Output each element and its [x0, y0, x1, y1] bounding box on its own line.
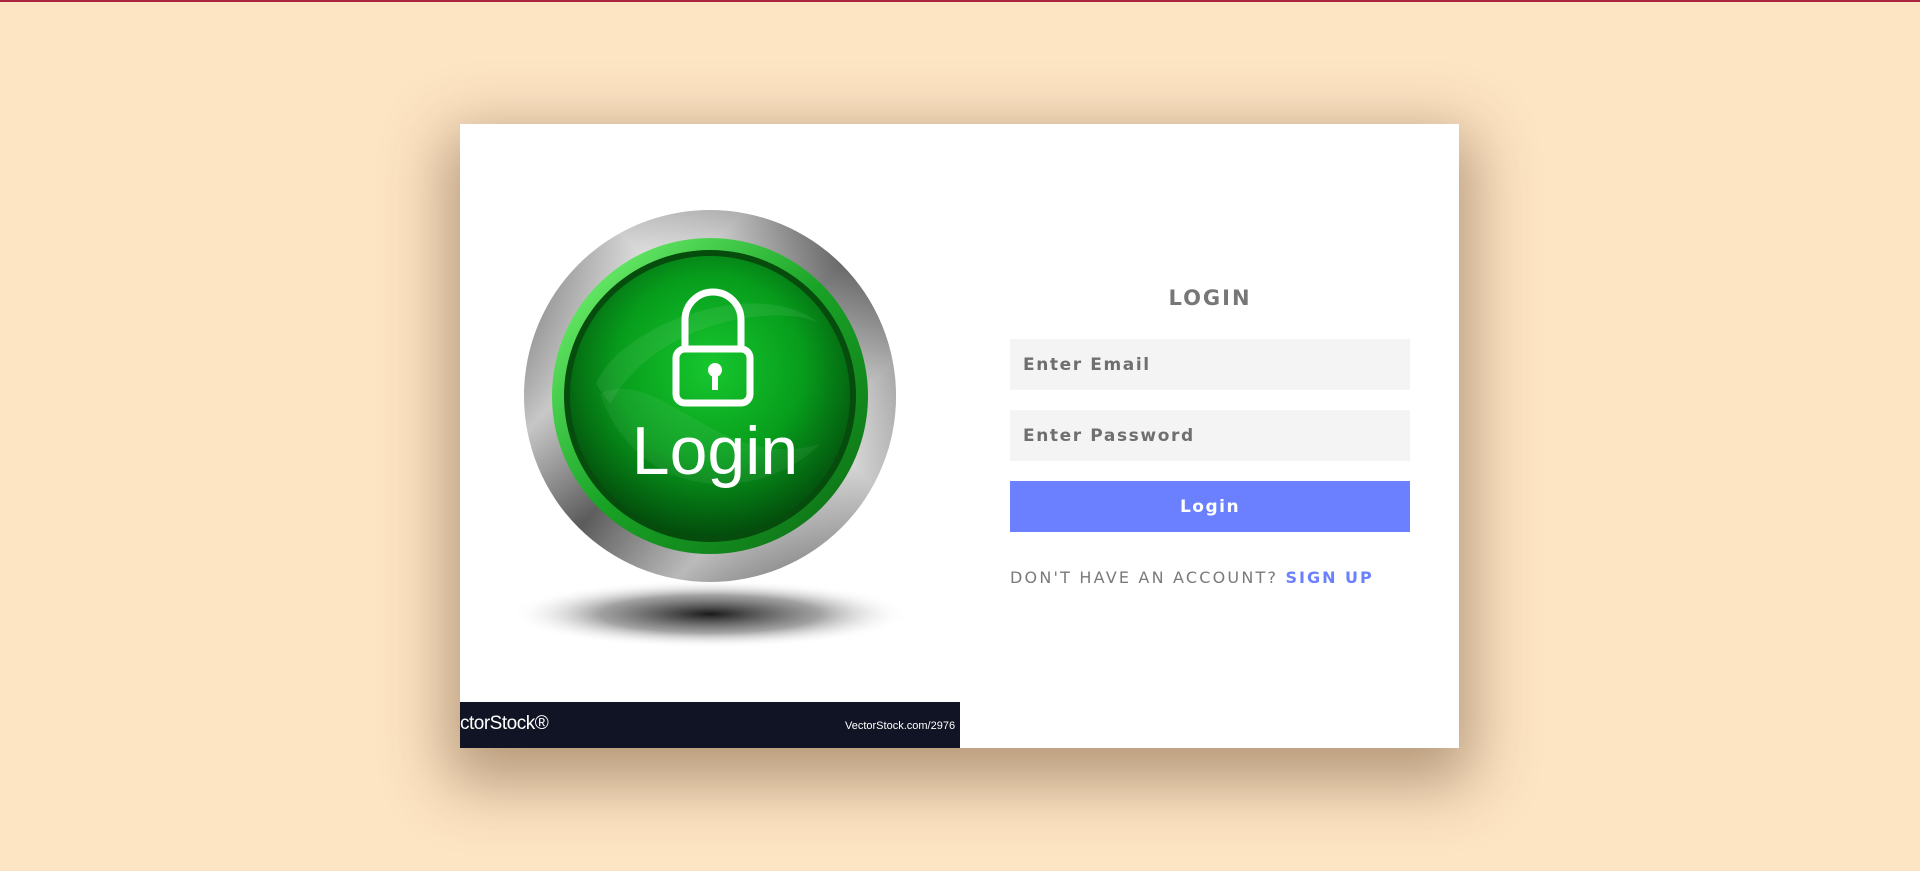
login-button[interactable]: Login — [1010, 481, 1410, 532]
top-border-line — [0, 0, 1920, 2]
password-field[interactable] — [1010, 410, 1410, 461]
email-field[interactable] — [1010, 339, 1410, 390]
form-title: LOGIN — [1168, 286, 1252, 310]
signup-link[interactable]: SIGN UP — [1285, 568, 1373, 587]
watermark-bar: ctorStock® VectorStock.com/2976 — [460, 702, 960, 748]
signup-row: DON'T HAVE AN ACCOUNT? SIGN UP — [1010, 568, 1430, 587]
watermark-logo: ctorStock® — [460, 713, 549, 734]
login-card: Login ctorStock® VectorStock.com/2976 LO… — [460, 124, 1459, 748]
watermark-url: VectorStock.com/2976 — [845, 720, 956, 732]
login-button-illustration: Login — [510, 210, 910, 648]
login-illustration: Login ctorStock® VectorStock.com/2976 — [460, 124, 960, 748]
signup-prompt: DON'T HAVE AN ACCOUNT? — [1010, 568, 1279, 587]
illustration-login-text: Login — [632, 413, 798, 489]
